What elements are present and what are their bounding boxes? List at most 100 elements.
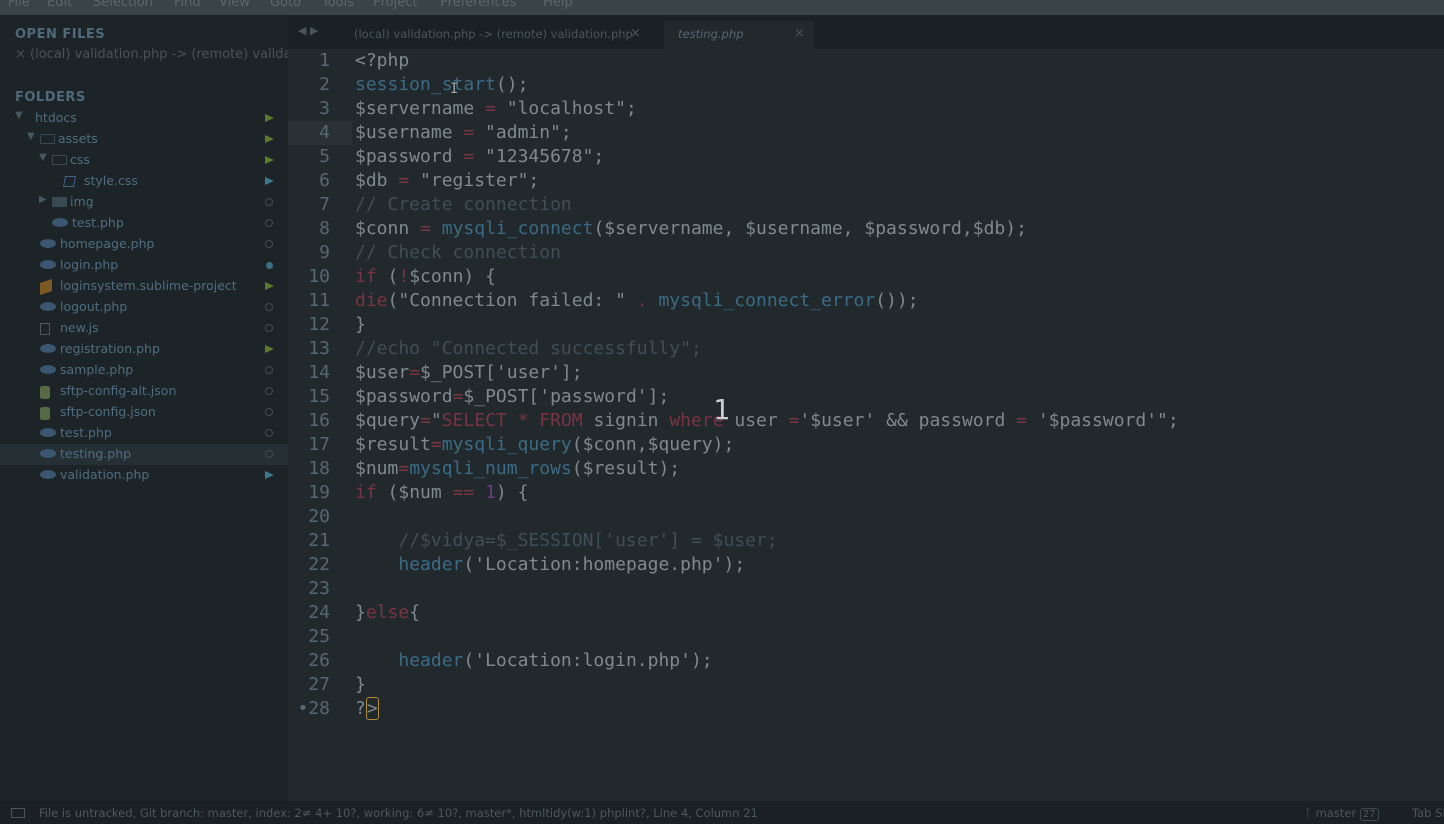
git-status-icon xyxy=(265,303,273,311)
branch-icon: ᚴ xyxy=(1305,806,1316,820)
menu-item-tools[interactable]: Tools xyxy=(322,0,354,10)
menu-item-goto[interactable]: Goto xyxy=(270,0,301,10)
line-number: 16 xyxy=(308,410,330,431)
open-file-item[interactable]: × (local) validation.php -> (remote) val… xyxy=(15,47,288,62)
git-status-icon xyxy=(265,156,274,164)
line-number: 17 xyxy=(308,434,330,455)
css-file-icon xyxy=(63,176,76,187)
tree-item[interactable]: loginsystem.sublime-project xyxy=(0,276,288,297)
tree-item[interactable]: ▼ htdocs xyxy=(0,108,288,129)
git-status-icon xyxy=(265,471,274,479)
code-line-6: $db = "register"; xyxy=(355,170,540,191)
php-file-icon xyxy=(40,428,56,437)
code-line-2: session_start(); xyxy=(355,74,529,95)
panel-toggle-icon[interactable] xyxy=(11,808,25,818)
tree-item-label: assets xyxy=(58,131,98,146)
code-line-14: $user=$_POST['user']; xyxy=(355,362,583,383)
line-number: 15 xyxy=(308,386,330,407)
php-file-icon xyxy=(40,449,56,458)
overlay-number: 1 xyxy=(713,393,730,426)
tree-item-label: loginsystem.sublime-project xyxy=(60,278,237,293)
menu-item-find[interactable]: Find xyxy=(174,0,201,10)
tree-item[interactable]: ▼ assets xyxy=(0,129,288,150)
git-status-icon xyxy=(265,114,274,122)
code-line-10: if (!$conn) { xyxy=(355,266,496,287)
tree-item-label: new.js xyxy=(60,320,99,335)
tab-label: testing.php xyxy=(678,27,744,41)
tab-testing[interactable]: testing.php × xyxy=(664,21,814,49)
tree-item-label: css xyxy=(70,152,90,167)
code-line-22: header('Location:homepage.php'); xyxy=(398,554,746,575)
line-number: 20 xyxy=(308,506,330,527)
code-line-15: $password=$_POST['password']; xyxy=(355,386,670,407)
folders-title: FOLDERS xyxy=(15,90,86,105)
close-icon[interactable]: × xyxy=(630,26,641,41)
tab-bar: ◀ ▶ (local) validation.php -> (remote) v… xyxy=(288,15,1444,49)
menu-item-edit[interactable]: Edit xyxy=(47,0,72,10)
git-status-icon xyxy=(265,240,273,248)
folder-open-icon xyxy=(52,155,67,165)
tree-item[interactable]: sftp-config-alt.json xyxy=(0,381,288,402)
tree-item-label: homepage.php xyxy=(60,236,155,251)
menu-item-selection[interactable]: Selection xyxy=(93,0,153,10)
line-number: 6 xyxy=(319,170,330,191)
line-number: 11 xyxy=(308,290,330,311)
disclosure-open-icon[interactable]: ▼ xyxy=(15,110,23,121)
php-file-icon xyxy=(40,365,56,374)
menu-item-preferences[interactable]: Preferences xyxy=(440,0,516,10)
tree-item[interactable]: style.css xyxy=(0,171,288,192)
menu-item-help[interactable]: Help xyxy=(543,0,573,10)
tree-item[interactable]: ▼ css xyxy=(0,150,288,171)
tree-item[interactable]: test.php xyxy=(0,423,288,444)
php-file-icon xyxy=(40,260,56,269)
folder-open-icon xyxy=(40,134,55,144)
line-number: 3 xyxy=(319,98,330,119)
status-text: File is untracked, Git branch: master, i… xyxy=(39,806,758,820)
tree-item[interactable]: sample.php xyxy=(0,360,288,381)
line-number: 10 xyxy=(308,266,330,287)
menu-item-file[interactable]: File xyxy=(8,0,30,10)
disclosure-open-icon[interactable]: ▼ xyxy=(39,152,47,163)
php-file-icon xyxy=(40,239,56,248)
menu-item-project[interactable]: Project xyxy=(373,0,417,10)
code-editor[interactable]: 1 2 3 4 5 6 7 8 9 10 11 12 13 14 15 16 17 18 19 20 21 22 23 24 2… xyxy=(288,49,1444,801)
tree-item[interactable]: ▶ img xyxy=(0,192,288,213)
tree-item[interactable]: new.js xyxy=(0,318,288,339)
git-branch[interactable]: ᚴ master 27 xyxy=(1305,806,1379,821)
sublime-project-icon xyxy=(40,279,52,295)
disclosure-closed-icon[interactable]: ▶ xyxy=(39,194,47,205)
tree-item-label: testing.php xyxy=(60,446,132,461)
tree-item-label: logout.php xyxy=(60,299,128,314)
tree-item[interactable]: test.php xyxy=(0,213,288,234)
line-number: 4 xyxy=(319,122,330,143)
git-status-icon xyxy=(265,219,273,227)
close-icon[interactable]: × xyxy=(794,26,805,41)
tree-item-label: sftp-config-alt.json xyxy=(60,383,177,398)
line-number: 7 xyxy=(319,194,330,215)
tree-item[interactable]: login.php xyxy=(0,255,288,276)
tree-item[interactable]: testing.php xyxy=(0,444,288,465)
menu-item-view[interactable]: View xyxy=(219,0,250,10)
code-line-4: $username = "admin"; xyxy=(355,122,572,143)
tree-item-label: login.php xyxy=(60,257,119,272)
git-status-icon xyxy=(265,408,273,416)
git-status-icon xyxy=(265,198,273,206)
line-number: 2 xyxy=(319,74,330,95)
line-number: 27 xyxy=(308,674,330,695)
tree-item[interactable]: validation.php xyxy=(0,465,288,486)
tree-item[interactable]: sftp-config.json xyxy=(0,402,288,423)
tree-item[interactable]: homepage.php xyxy=(0,234,288,255)
tree-item[interactable]: logout.php xyxy=(0,297,288,318)
code-line-12: } xyxy=(355,314,366,335)
menu-bar: File Edit Selection Find View Goto Tools Projec… xyxy=(0,0,1444,15)
tab-validation[interactable]: (local) validation.php -> (remote) valid… xyxy=(340,21,658,49)
tab-nav-arrows-icon[interactable]: ◀ ▶ xyxy=(298,24,318,37)
code-line-8: $conn = mysqli_connect($servername, $use… xyxy=(355,218,1027,239)
disclosure-open-icon[interactable]: ▼ xyxy=(27,131,35,142)
tab-size-indicator[interactable]: Tab Si xyxy=(1412,806,1444,820)
line-number: 24 xyxy=(308,602,330,623)
branch-count-badge: 27 xyxy=(1359,808,1379,821)
line-number: 25 xyxy=(308,626,330,647)
tree-item[interactable]: registration.php xyxy=(0,339,288,360)
code-line-13: //echo "Connected successfully"; xyxy=(355,338,702,359)
